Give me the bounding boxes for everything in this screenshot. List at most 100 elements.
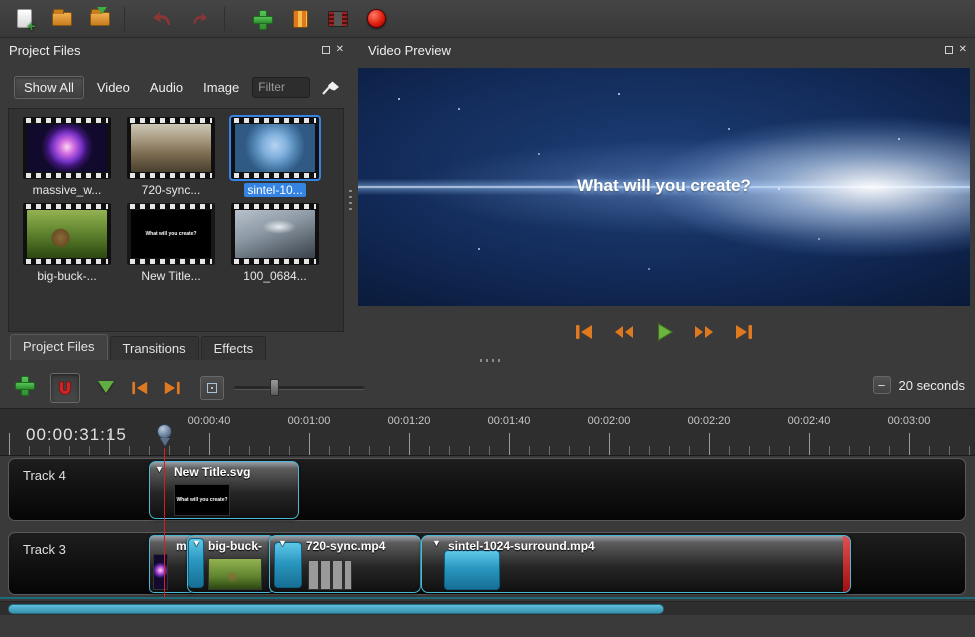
file-label: massive_w...: [30, 183, 105, 197]
clip-720-sync[interactable]: 720-sync.mp4: [269, 535, 421, 593]
file-thumbnail: [231, 117, 319, 179]
fast-forward-button[interactable]: [692, 320, 716, 344]
next-marker-button[interactable]: [160, 376, 184, 400]
zoom-slider-handle[interactable]: [270, 379, 279, 396]
clip-thumbnail: [153, 554, 168, 590]
title-thumb-text: What will you create?: [145, 231, 196, 237]
jump-to-end-button[interactable]: [732, 320, 756, 344]
add-marker-icon[interactable]: [98, 381, 114, 401]
profile-icon: [293, 10, 308, 28]
export-video-button[interactable]: [324, 5, 352, 33]
clip-thumbnail: [308, 560, 352, 590]
play-icon: [653, 321, 675, 343]
project-panel-tabs: Project Files Transitions Effects: [0, 334, 352, 360]
video-overlay-text: What will you create?: [358, 176, 970, 196]
clip-new-title[interactable]: New Title.svg What will you create?: [149, 461, 299, 519]
file-thumbnail: [231, 203, 319, 265]
float-dock-icon[interactable]: [945, 46, 953, 54]
timeline-horizontal-scrollbar[interactable]: [0, 601, 975, 615]
fast-forward-icon: [693, 322, 715, 342]
file-item-720-sync[interactable]: 720-sync...: [123, 117, 219, 202]
import-files-button[interactable]: [248, 5, 276, 33]
clip-menu-icon[interactable]: [432, 538, 441, 548]
open-project-button[interactable]: [48, 5, 76, 33]
play-button[interactable]: [652, 320, 676, 344]
project-files-filter-row: Show All Video Audio Image: [0, 72, 352, 102]
redo-button[interactable]: [186, 5, 214, 33]
previous-marker-button[interactable]: [128, 376, 152, 400]
ruler-mark: 00:00:40: [188, 415, 231, 427]
ruler-mark: 00:03:00: [888, 415, 931, 427]
clip-right-trim-handle[interactable]: [843, 536, 850, 592]
close-dock-icon[interactable]: [336, 45, 344, 55]
ruler-mark: 00:01:20: [388, 415, 431, 427]
save-icon: [90, 12, 110, 26]
scrollbar-thumb[interactable]: [8, 604, 664, 614]
previous-marker-icon: [130, 379, 150, 397]
tab-effects[interactable]: Effects: [201, 336, 267, 360]
center-icon: [207, 383, 217, 393]
clip-big-buck[interactable]: big-buck-: [187, 535, 275, 593]
ruler-mark: 00:02:00: [588, 415, 631, 427]
new-project-button[interactable]: [10, 5, 38, 33]
jump-to-start-button[interactable]: [572, 320, 596, 344]
clip-menu-icon[interactable]: [192, 538, 201, 548]
ruler-ticks: [0, 433, 975, 455]
tab-transitions[interactable]: Transitions: [110, 336, 199, 360]
filter-input[interactable]: [252, 77, 310, 98]
file-item-sintel[interactable]: sintel-10...: [227, 117, 323, 202]
file-item-new-title[interactable]: What will you create? New Title...: [123, 203, 219, 288]
file-label: sintel-10...: [244, 183, 305, 197]
file-thumbnail: [23, 117, 111, 179]
save-project-button[interactable]: [86, 5, 114, 33]
export-film-icon: [328, 11, 348, 27]
zoom-out-button[interactable]: [873, 376, 891, 394]
horizontal-splitter-handle[interactable]: [480, 359, 502, 362]
clip-edge-handle[interactable]: [274, 542, 302, 588]
filter-audio-button[interactable]: Audio: [143, 77, 190, 98]
playhead-handle[interactable]: [157, 424, 172, 439]
jump-to-start-icon: [573, 322, 595, 342]
filter-video-button[interactable]: Video: [90, 77, 137, 98]
file-item-big-buck[interactable]: big-buck-...: [19, 203, 115, 288]
track-3-row[interactable]: Track 3 m big-buck- 720-sync.mp4 sintel-…: [8, 532, 966, 595]
vertical-splitter-handle[interactable]: [349, 190, 352, 212]
stars-decoration: [398, 98, 400, 100]
video-preview-canvas[interactable]: What will you create?: [358, 68, 970, 306]
file-thumbnail: [23, 203, 111, 265]
file-item-massive[interactable]: massive_w...: [19, 117, 115, 202]
clip-menu-icon[interactable]: [155, 464, 164, 474]
close-dock-icon[interactable]: [959, 45, 967, 55]
add-track-button[interactable]: [12, 376, 36, 400]
filter-image-button[interactable]: Image: [196, 77, 246, 98]
undo-button[interactable]: [148, 5, 176, 33]
center-on-playhead-button[interactable]: [200, 376, 224, 400]
clip-sintel[interactable]: sintel-1024-surround.mp4: [421, 535, 851, 593]
float-dock-icon[interactable]: [322, 46, 330, 54]
snapping-toggle-button[interactable]: [50, 373, 80, 403]
tab-project-files[interactable]: Project Files: [10, 334, 108, 360]
choose-profile-button[interactable]: [286, 5, 314, 33]
playback-controls: [358, 316, 970, 348]
zoom-scale-label: 20 seconds: [899, 378, 966, 393]
timeline-ruler[interactable]: 00:00:31:15 00:00:40 00:01:00 00:01:20 0…: [0, 408, 975, 456]
rewind-button[interactable]: [612, 320, 636, 344]
video-preview-dock-header: Video Preview: [356, 38, 975, 62]
clear-filter-broom-icon[interactable]: [320, 75, 346, 100]
file-thumbnail: [127, 117, 215, 179]
filter-show-all-button[interactable]: Show All: [14, 76, 84, 99]
clip-thumbnail: What will you create?: [174, 484, 230, 516]
rewind-icon: [613, 322, 635, 342]
clip-label: big-buck-: [208, 539, 262, 553]
file-label: 720-sync...: [139, 183, 204, 197]
clip-menu-icon[interactable]: [278, 538, 287, 548]
jump-to-end-icon: [733, 322, 755, 342]
record-button[interactable]: [362, 5, 390, 33]
snapping-magnet-icon: [56, 379, 74, 397]
clip-label: m: [176, 539, 187, 553]
clip-thumbnail: [444, 550, 500, 590]
redo-icon: [191, 11, 209, 27]
zoom-slider[interactable]: [234, 386, 364, 390]
file-item-100-0684[interactable]: 100_0684...: [227, 203, 323, 288]
track-4-row[interactable]: Track 4 New Title.svg What will you crea…: [8, 458, 966, 521]
